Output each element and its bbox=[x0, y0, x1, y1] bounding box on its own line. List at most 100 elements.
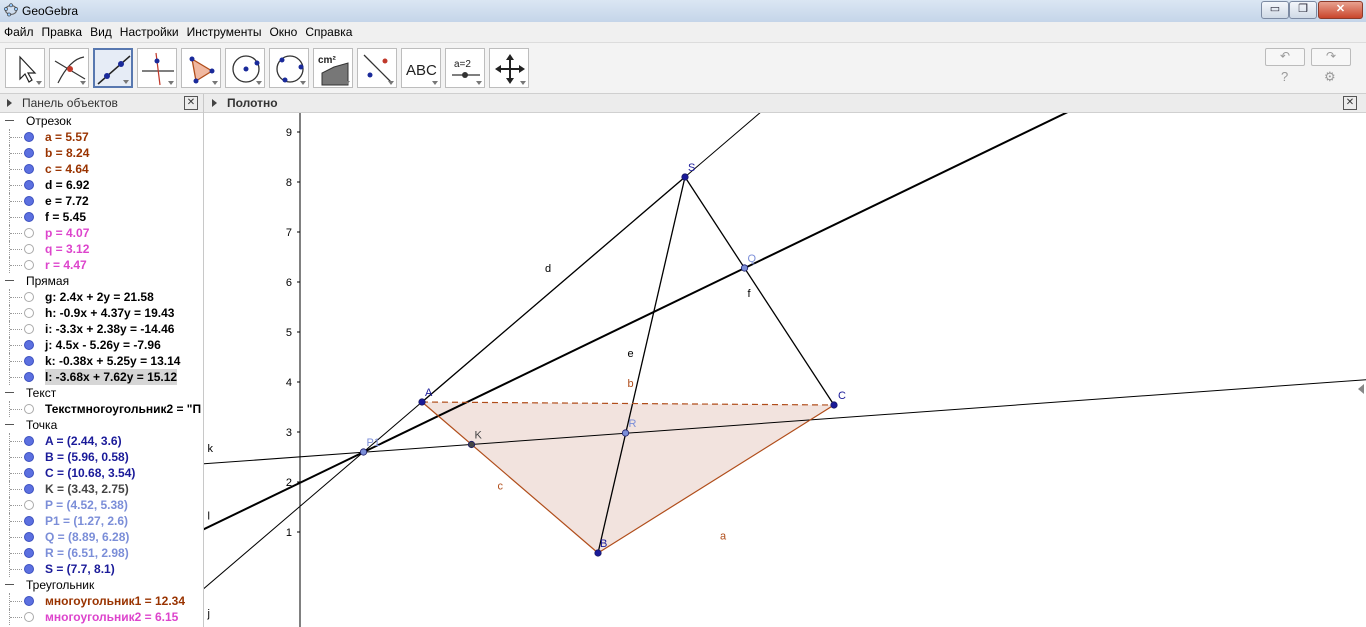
object-row[interactable]: j: 4.5x - 5.26y = -7.96 bbox=[0, 337, 203, 353]
object-row[interactable]: Q = (8.89, 6.28) bbox=[0, 529, 203, 545]
visibility-toggle-icon[interactable] bbox=[24, 324, 34, 334]
object-row[interactable]: Текстмногоугольник2 = "П bbox=[0, 401, 203, 417]
object-row[interactable]: a = 5.57 bbox=[0, 129, 203, 145]
visibility-toggle-icon[interactable] bbox=[24, 452, 34, 462]
object-row[interactable]: k: -0.38x + 5.25y = 13.14 bbox=[0, 353, 203, 369]
object-row[interactable]: h: -0.9x + 4.37y = 19.43 bbox=[0, 305, 203, 321]
redo-button[interactable]: ↷ bbox=[1311, 48, 1351, 66]
visibility-toggle-icon[interactable] bbox=[24, 164, 34, 174]
undo-button[interactable]: ↶ bbox=[1265, 48, 1305, 66]
area-tool[interactable]: cm² bbox=[313, 48, 353, 88]
visibility-toggle-icon[interactable] bbox=[24, 292, 34, 302]
point-tool[interactable] bbox=[49, 48, 89, 88]
category-row[interactable]: Точка bbox=[0, 417, 203, 433]
menu-file[interactable]: Файл bbox=[0, 22, 38, 39]
tree-line bbox=[10, 617, 22, 618]
visibility-toggle-icon[interactable] bbox=[24, 436, 34, 446]
close-window-button[interactable]: ✕ bbox=[1318, 1, 1363, 19]
text-tool[interactable]: ABC bbox=[401, 48, 441, 88]
object-row[interactable]: i: -3.3x + 2.38y = -14.46 bbox=[0, 321, 203, 337]
visibility-toggle-icon[interactable] bbox=[24, 228, 34, 238]
category-row[interactable]: Прямая bbox=[0, 273, 203, 289]
visibility-toggle-icon[interactable] bbox=[24, 372, 34, 382]
move-tool[interactable] bbox=[5, 48, 45, 88]
object-row[interactable]: K = (3.43, 2.75) bbox=[0, 481, 203, 497]
category-row[interactable]: Текст bbox=[0, 385, 203, 401]
category-row[interactable]: Отрезок bbox=[0, 113, 203, 129]
visibility-toggle-icon[interactable] bbox=[24, 180, 34, 190]
circle-three-points-tool[interactable] bbox=[269, 48, 309, 88]
perpendicular-tool[interactable] bbox=[137, 48, 177, 88]
visibility-toggle-icon[interactable] bbox=[24, 244, 34, 254]
object-row[interactable]: P = (4.52, 5.38) bbox=[0, 497, 203, 513]
object-row[interactable]: r = 4.47 bbox=[0, 257, 203, 273]
visibility-toggle-icon[interactable] bbox=[24, 500, 34, 510]
object-row[interactable]: f = 5.45 bbox=[0, 209, 203, 225]
visibility-toggle-icon[interactable] bbox=[24, 548, 34, 558]
slider-tool[interactable]: a=2 bbox=[445, 48, 485, 88]
object-row[interactable]: p = 4.07 bbox=[0, 225, 203, 241]
visibility-toggle-icon[interactable] bbox=[24, 148, 34, 158]
object-row[interactable]: B = (5.96, 0.58) bbox=[0, 449, 203, 465]
menu-view[interactable]: Вид bbox=[86, 22, 116, 39]
visibility-toggle-icon[interactable] bbox=[24, 132, 34, 142]
minimize-button[interactable]: ▭ bbox=[1261, 1, 1289, 19]
visibility-toggle-icon[interactable] bbox=[24, 308, 34, 318]
expand-side-panel-icon[interactable] bbox=[1358, 384, 1364, 394]
help-icon[interactable]: ? bbox=[1281, 69, 1288, 84]
collapse-arrow-icon[interactable] bbox=[7, 99, 12, 107]
polygon-tool[interactable] bbox=[181, 48, 221, 88]
collapse-minus-icon[interactable] bbox=[5, 392, 14, 393]
visibility-toggle-icon[interactable] bbox=[24, 212, 34, 222]
object-row[interactable]: g: 2.4x + 2y = 21.58 bbox=[0, 289, 203, 305]
visibility-toggle-icon[interactable] bbox=[24, 596, 34, 606]
maximize-button[interactable]: ❐ bbox=[1289, 1, 1317, 19]
geometry-canvas[interactable]: 12345678910ABCSKP1QRdefabcjkl bbox=[204, 113, 1366, 627]
object-row[interactable]: P1 = (1.27, 2.6) bbox=[0, 513, 203, 529]
menu-help[interactable]: Справка bbox=[301, 22, 356, 39]
menu-window[interactable]: Окно bbox=[265, 22, 301, 39]
visibility-toggle-icon[interactable] bbox=[24, 532, 34, 542]
object-row[interactable]: C = (10.68, 3.54) bbox=[0, 465, 203, 481]
circle-tool[interactable] bbox=[225, 48, 265, 88]
visibility-toggle-icon[interactable] bbox=[24, 260, 34, 270]
object-row[interactable]: q = 3.12 bbox=[0, 241, 203, 257]
graphics-view[interactable]: Полотно ✕ 12345678910ABCSKP1QRdefabcjkl bbox=[204, 94, 1366, 627]
menu-edit[interactable]: Правка bbox=[38, 22, 87, 39]
gear-icon[interactable]: ⚙ bbox=[1324, 69, 1336, 85]
object-row[interactable]: b = 8.24 bbox=[0, 145, 203, 161]
object-row[interactable]: S = (7.7, 8.1) bbox=[0, 561, 203, 577]
reflect-tool[interactable] bbox=[357, 48, 397, 88]
collapse-arrow-icon[interactable] bbox=[212, 99, 217, 107]
visibility-toggle-icon[interactable] bbox=[24, 612, 34, 622]
move-view-tool[interactable] bbox=[489, 48, 529, 88]
collapse-minus-icon[interactable] bbox=[5, 584, 14, 585]
visibility-toggle-icon[interactable] bbox=[24, 404, 34, 414]
object-row[interactable]: e = 7.72 bbox=[0, 193, 203, 209]
menu-settings[interactable]: Настройки bbox=[116, 22, 183, 39]
line-label-a: a bbox=[720, 531, 727, 543]
close-panel-icon[interactable]: ✕ bbox=[184, 96, 198, 110]
object-row[interactable]: A = (2.44, 3.6) bbox=[0, 433, 203, 449]
collapse-minus-icon[interactable] bbox=[5, 280, 14, 281]
visibility-toggle-icon[interactable] bbox=[24, 196, 34, 206]
category-row[interactable]: Треугольник bbox=[0, 577, 203, 593]
object-row[interactable]: c = 4.64 bbox=[0, 161, 203, 177]
redo-icon: ↷ bbox=[1325, 49, 1337, 63]
menu-tools[interactable]: Инструменты bbox=[183, 22, 266, 39]
visibility-toggle-icon[interactable] bbox=[24, 468, 34, 478]
object-row[interactable]: R = (6.51, 2.98) bbox=[0, 545, 203, 561]
visibility-toggle-icon[interactable] bbox=[24, 564, 34, 574]
object-row[interactable]: многоугольник1 = 12.34 bbox=[0, 593, 203, 609]
collapse-minus-icon[interactable] bbox=[5, 120, 14, 121]
object-row[interactable]: многоугольник2 = 6.15 bbox=[0, 609, 203, 625]
visibility-toggle-icon[interactable] bbox=[24, 484, 34, 494]
visibility-toggle-icon[interactable] bbox=[24, 340, 34, 350]
close-graphics-icon[interactable]: ✕ bbox=[1343, 96, 1357, 110]
object-row[interactable]: l: -3.68x + 7.62y = 15.12 bbox=[0, 369, 203, 385]
object-row[interactable]: d = 6.92 bbox=[0, 177, 203, 193]
visibility-toggle-icon[interactable] bbox=[24, 356, 34, 366]
visibility-toggle-icon[interactable] bbox=[24, 516, 34, 526]
collapse-minus-icon[interactable] bbox=[5, 424, 14, 425]
line-tool[interactable] bbox=[93, 48, 133, 88]
